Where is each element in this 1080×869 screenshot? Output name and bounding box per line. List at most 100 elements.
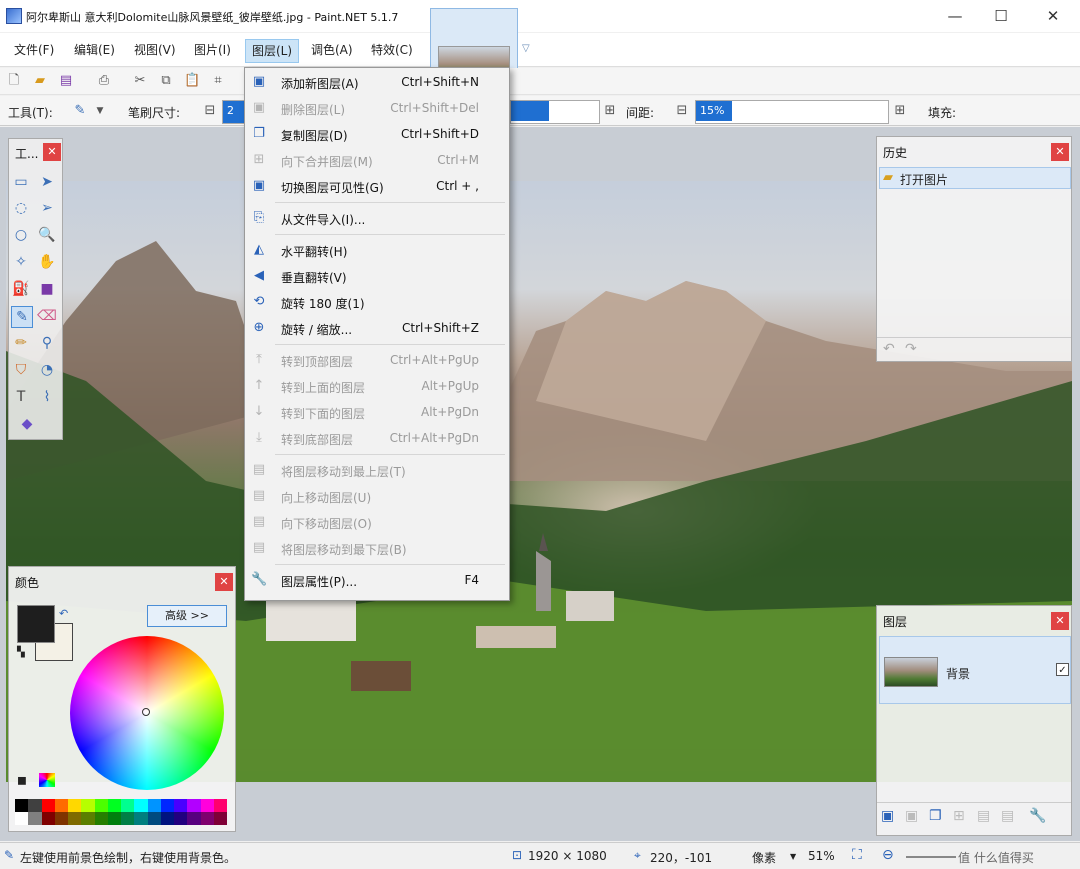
current-tool-brush-icon[interactable]: ✎ <box>72 103 88 119</box>
spacing-increase-icon[interactable]: ⊞ <box>892 103 908 119</box>
spacing-decrease-icon[interactable]: ⊟ <box>674 103 690 119</box>
crop-icon[interactable]: ⌗ <box>210 73 226 89</box>
spacing-slider[interactable]: 15% <box>695 100 889 124</box>
merge-layer-icon[interactable]: ⊞ <box>953 808 965 824</box>
menu-layers[interactable]: 图层(L) <box>245 39 300 63</box>
magic-wand-icon[interactable]: ✧ <box>11 252 31 272</box>
recolor-icon[interactable]: ◔ <box>37 360 57 380</box>
color-palette[interactable] <box>15 799 227 825</box>
text-tool-icon[interactable]: T <box>11 387 31 407</box>
menu-item-import[interactable]: ⎘ 从文件导入(I)... <box>245 205 509 231</box>
maximize-button[interactable]: ☐ <box>978 0 1024 32</box>
add-layer-icon[interactable]: ▣ <box>881 808 894 824</box>
advanced-button[interactable]: 高级 >> <box>147 605 227 627</box>
menu-item-move-down[interactable]: ▤ 向下移动图层(O) <box>245 509 509 535</box>
duplicate-layer-icon[interactable]: ❐ <box>929 808 942 824</box>
menu-item-go-bottom[interactable]: ⤓ 转到底部图层 Ctrl+Alt+PgDn <box>245 425 509 451</box>
eraser-icon[interactable]: ⌫ <box>37 306 57 326</box>
gradient-icon[interactable]: ■ <box>37 279 57 299</box>
menu-item-flip-horizontal[interactable]: ◭ 水平翻转(H) <box>245 237 509 263</box>
pan-hand-icon[interactable]: ✋ <box>37 252 57 272</box>
move-selected-pixels-icon[interactable]: ➤ <box>37 172 57 192</box>
color-wheel[interactable] <box>70 636 224 790</box>
move-layer-down-icon[interactable]: ▤ <box>1001 808 1014 824</box>
delete-layer-icon[interactable]: ▣ <box>905 808 918 824</box>
menu-item-properties-wrench[interactable]: 🔧 图层属性(P)... F4 <box>245 567 509 593</box>
zoom-slider[interactable] <box>906 856 956 858</box>
menu-item-add-layer[interactable]: ▣ 添加新图层(A) Ctrl+Shift+N <box>245 69 509 95</box>
menu-item-move-up[interactable]: ▤ 向上移动图层(U) <box>245 483 509 509</box>
pencil-icon[interactable]: ✏ <box>11 333 31 353</box>
rectangle-select-icon[interactable]: ▭ <box>11 172 31 192</box>
lasso-select-icon[interactable]: ◌ <box>11 198 31 218</box>
zoom-level[interactable]: 51% <box>808 849 835 863</box>
clone-stamp-icon[interactable]: ⛉ <box>11 360 31 380</box>
palette-icon[interactable] <box>39 773 55 787</box>
copy-icon[interactable]: ⧉ <box>158 73 174 89</box>
menu-effects[interactable]: 特效(C) <box>365 39 419 61</box>
colors-panel-close-button[interactable]: ✕ <box>215 573 233 591</box>
cut-icon[interactable]: ✂ <box>132 73 148 89</box>
color-picker-icon[interactable]: ⚲ <box>37 333 57 353</box>
units-chevron-down-icon[interactable]: ▼ <box>790 852 796 861</box>
menu-item-rotate-180[interactable]: ⟲ 旋转 180 度(1) <box>245 289 509 315</box>
layer-visibility-checkbox[interactable]: ✓ <box>1056 663 1069 676</box>
move-layer-up-icon[interactable]: ▤ <box>977 808 990 824</box>
history-panel-close-button[interactable]: ✕ <box>1051 143 1069 161</box>
layer-properties-icon[interactable]: 🔧 <box>1029 808 1046 824</box>
paintbrush-icon[interactable]: ✎ <box>11 306 33 328</box>
layers-panel-close-button[interactable]: ✕ <box>1051 612 1069 630</box>
minimize-button[interactable]: — <box>932 0 978 32</box>
new-file-icon[interactable]: 🗋 <box>6 73 22 89</box>
reset-colors-icon[interactable]: ▚ <box>17 647 25 658</box>
menu-item-go-down[interactable]: ↓ 转到下面的图层 Alt+PgDn <box>245 399 509 425</box>
history-item[interactable]: ▰ 打开图片 <box>879 167 1071 189</box>
paint-bucket-icon[interactable]: ⛽ <box>11 279 31 299</box>
menu-item-duplicate-layer[interactable]: ❐ 复制图层(D) Ctrl+Shift+D <box>245 121 509 147</box>
units-selector[interactable]: 像素 <box>752 849 776 866</box>
menu-item-move-bottom[interactable]: ▤ 将图层移动到最下层(B) <box>245 535 509 561</box>
tools-panel-close-button[interactable]: ✕ <box>43 143 61 161</box>
menu-item-flip-vertical[interactable]: ◀ 垂直翻转(V) <box>245 263 509 289</box>
undo-icon[interactable]: ↶ <box>883 341 895 357</box>
brush-size-slider[interactable] <box>510 100 600 124</box>
tool-dropdown-chevron-icon[interactable]: ▼ <box>92 103 108 119</box>
close-button[interactable]: ✕ <box>1030 0 1076 32</box>
menu-item-go-top[interactable]: ⤒ 转到顶部图层 Ctrl+Alt+PgUp <box>245 347 509 373</box>
menu-item-visibility[interactable]: ▣ 切换图层可见性(G) Ctrl + , <box>245 173 509 199</box>
menu-item-move-top[interactable]: ▤ 将图层移动到最上层(T) <box>245 457 509 483</box>
menu-image[interactable]: 图片(I) <box>188 39 237 61</box>
menu-file[interactable]: 文件(F) <box>8 39 60 61</box>
menu-item-shortcut: Ctrl+Shift+Del <box>390 101 479 115</box>
menu-view[interactable]: 视图(V) <box>128 39 182 61</box>
brush-size-decrease-icon[interactable]: ⊟ <box>202 103 218 119</box>
paste-icon[interactable]: 📋 <box>184 73 200 89</box>
primary-color-swatch[interactable] <box>17 605 55 643</box>
properties-wrench-icon: 🔧 <box>251 572 268 587</box>
move-selection-icon[interactable]: ➢ <box>37 198 57 218</box>
zoom-icon[interactable]: 🔍 <box>37 225 57 245</box>
menu-adjustments[interactable]: 调色(A) <box>305 39 359 61</box>
menu-item-rotate-zoom[interactable]: ⊕ 旋转 / 缩放... Ctrl+Shift+Z <box>245 315 509 341</box>
line-curve-icon[interactable]: ⌇ <box>37 387 57 407</box>
menu-item-delete-layer[interactable]: ▣ 删除图层(L) Ctrl+Shift+Del <box>245 95 509 121</box>
layer-row[interactable]: 背景 ✓ <box>879 636 1071 704</box>
layers-panel: 图层 ✕ 背景 ✓ ▣ ▣ ❐ ⊞ ▤ ▤ 🔧 <box>876 605 1072 836</box>
zoom-to-window-icon[interactable]: ⛶ <box>852 847 862 863</box>
redo-icon[interactable]: ↷ <box>905 341 917 357</box>
palette-menu-icon[interactable]: ◼ <box>17 773 27 787</box>
menu-item-go-up[interactable]: ↑ 转到上面的图层 Alt+PgUp <box>245 373 509 399</box>
menu-item-merge-down[interactable]: ⊞ 向下合并图层(M) Ctrl+M <box>245 147 509 173</box>
print-icon[interactable]: ⎙ <box>96 73 112 89</box>
menu-edit[interactable]: 编辑(E) <box>68 39 121 61</box>
tool-options-bar: 工具(T): ✎ ▼ 笔刷尺寸: ⊟ 2 ⊞ 间距: ⊟ 15% ⊞ 填充: <box>0 96 1080 126</box>
shapes-icon[interactable]: ◆ <box>17 414 37 434</box>
ellipse-select-icon[interactable]: ○ <box>11 225 31 245</box>
open-file-icon[interactable]: ▰ <box>32 73 48 89</box>
brush-size-increase-icon[interactable]: ⊞ <box>602 103 618 119</box>
swap-colors-icon[interactable]: ↶ <box>59 607 68 620</box>
save-icon[interactable]: ▤ <box>58 73 74 89</box>
zoom-out-icon[interactable]: ⊖ <box>882 847 894 863</box>
layers-panel-title: 图层 <box>883 615 908 629</box>
tabs-dropdown-icon[interactable]: ▽ <box>522 43 530 54</box>
